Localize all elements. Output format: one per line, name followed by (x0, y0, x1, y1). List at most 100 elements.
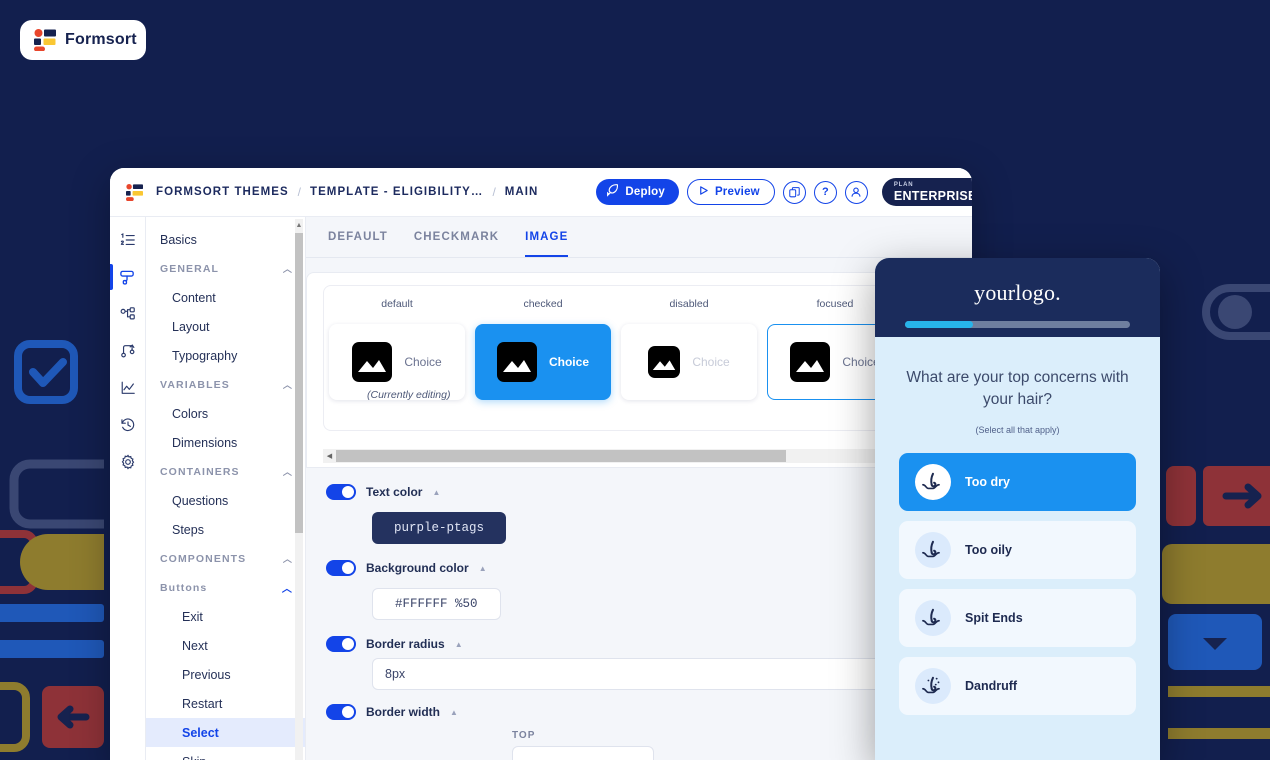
nav-item-steps[interactable]: Steps (146, 515, 305, 544)
formsort-logo-badge: Formsort (20, 20, 146, 60)
nav-item-colors[interactable]: Colors (146, 399, 305, 428)
icon-rail (110, 217, 146, 760)
border-width-top-input[interactable] (512, 746, 654, 760)
option-too-dry[interactable]: Too dry (899, 453, 1136, 511)
nav-item-label: Basics (160, 232, 197, 247)
nav-group-label: COMPONENTS (160, 552, 247, 565)
history-clock-icon[interactable] (110, 410, 146, 440)
flow-branch-icon[interactable] (110, 336, 146, 366)
choice-preview-disabled[interactable]: Choice (621, 324, 757, 400)
nav-scroll-up-arrow[interactable]: ▲ (295, 219, 303, 231)
breadcrumb-separator: / (492, 185, 496, 199)
state-label: disabled (669, 298, 709, 310)
preview-button[interactable]: Preview (686, 179, 775, 205)
currently-editing-note: (Currently editing) (367, 389, 451, 401)
chevron-up-icon[interactable]: ︿ (283, 378, 293, 391)
analytics-chart-icon[interactable] (110, 373, 146, 403)
nav-item-previous[interactable]: Previous (146, 660, 305, 689)
play-icon (698, 185, 709, 199)
option-dandruff[interactable]: Dandruff (899, 657, 1136, 715)
nav-group-label: CONTAINERS (160, 465, 240, 478)
image-placeholder-icon (648, 346, 681, 378)
tab-default[interactable]: DEFAULT (328, 231, 388, 257)
chevron-up-icon[interactable]: ▲ (432, 488, 440, 497)
breadcrumb-item-1[interactable]: TEMPLATE - ELIGIBILITY… (310, 186, 483, 198)
state-label: focused (816, 298, 854, 310)
help-icon[interactable]: ? (813, 180, 837, 204)
nav-group-containers[interactable]: CONTAINERS ︿ (146, 457, 305, 486)
nav-group-general[interactable]: GENERAL ︿ (146, 254, 305, 283)
progress-bar-track (905, 321, 1130, 328)
ordered-list-icon[interactable] (110, 225, 146, 255)
option-spit-ends[interactable]: Spit Ends (899, 589, 1136, 647)
state-column-checked: checked Choice (470, 298, 616, 400)
plan-badge: PLAN ENTERPRISE FLOW STARTS (881, 178, 972, 206)
chevron-up-icon[interactable]: ︿ (283, 552, 293, 565)
chevron-up-icon[interactable]: ︿ (283, 465, 293, 478)
nav-item-basics[interactable]: Basics (146, 225, 305, 254)
copy-icon[interactable] (782, 180, 806, 204)
border-radius-input[interactable]: 8px (372, 658, 932, 690)
nav-group-components[interactable]: COMPONENTS ︿ (146, 544, 305, 573)
component-editor: DEFAULT CHECKMARK IMAGE default Choice c… (306, 217, 972, 760)
option-label: Spit Ends (965, 611, 1023, 625)
settings-gear-icon[interactable] (110, 447, 146, 477)
text-color-toggle[interactable] (326, 484, 356, 500)
breadcrumb-item-0[interactable]: FORMSORT THEMES (156, 186, 289, 198)
option-list: Too dry Too oily Spit Ends Dandruff (899, 453, 1136, 715)
nav-scrollbar-thumb[interactable] (295, 233, 303, 533)
choice-preview-checked[interactable]: Choice (475, 324, 611, 400)
deploy-button[interactable]: Deploy (596, 179, 679, 205)
editor-tabs: DEFAULT CHECKMARK IMAGE (306, 217, 972, 258)
nav-item-typography[interactable]: Typography (146, 341, 305, 370)
border-width-toggle[interactable] (326, 704, 356, 720)
breadcrumb-item-2[interactable]: MAIN (505, 186, 539, 198)
chevron-up-icon[interactable]: ▲ (455, 640, 463, 649)
nav-item-skip[interactable]: Skip (146, 747, 305, 760)
image-placeholder-icon (496, 342, 537, 382)
formsort-mark-icon (126, 183, 143, 201)
nav-item-layout[interactable]: Layout (146, 312, 305, 341)
nav-group-variables[interactable]: VARIABLES ︿ (146, 370, 305, 399)
text-color-label: Text color (366, 485, 423, 499)
tab-checkmark[interactable]: CHECKMARK (414, 231, 499, 257)
background-color-toggle[interactable] (326, 560, 356, 576)
chevron-up-icon[interactable]: ▲ (450, 708, 458, 717)
nav-item-dimensions[interactable]: Dimensions (146, 428, 305, 457)
nav-item-content[interactable]: Content (146, 283, 305, 312)
property-editor: Text color ▲ purple-ptags Background col… (306, 468, 972, 760)
nav-item-select[interactable]: Select (146, 718, 305, 747)
paint-roller-icon[interactable] (110, 262, 146, 292)
theme-nav-panel: Basics GENERAL ︿ Content Layout Typography VAR… (146, 217, 306, 760)
hair-follicle-icon (915, 600, 951, 636)
rocket-icon (606, 184, 619, 200)
node-tree-icon[interactable] (110, 299, 146, 329)
nav-item-restart[interactable]: Restart (146, 689, 305, 718)
scroll-left-arrow-icon[interactable]: ◀ (323, 452, 336, 460)
nav-item-label: Steps (172, 522, 204, 537)
nav-item-exit[interactable]: Exit (146, 602, 305, 631)
preview-scrollbar-thumb[interactable] (336, 450, 786, 462)
chevron-up-icon[interactable]: ︿ (282, 580, 293, 595)
plan-caption: PLAN (893, 181, 914, 188)
tab-image[interactable]: IMAGE (525, 231, 569, 257)
background-color-input[interactable]: #FFFFFF %50 (372, 588, 501, 620)
border-radius-toggle[interactable] (326, 636, 356, 652)
nav-item-label: Layout (172, 319, 210, 334)
plan-value: ENTERPRISE (893, 188, 972, 203)
choice-label: Choice (404, 355, 442, 369)
mobile-preview-logo: yourlogo. (974, 279, 1061, 305)
choice-label: Choice (692, 355, 730, 369)
image-placeholder-icon (790, 342, 831, 382)
nav-group-buttons[interactable]: Buttons ︿ (146, 573, 305, 602)
nav-item-next[interactable]: Next (146, 631, 305, 660)
chevron-up-icon[interactable]: ︿ (283, 262, 293, 275)
nav-item-questions[interactable]: Questions (146, 486, 305, 515)
chevron-up-icon[interactable]: ▲ (479, 564, 487, 573)
state-column-disabled: disabled Choice (616, 298, 762, 400)
option-label: Too oily (965, 543, 1012, 557)
nav-item-label: Skip (182, 755, 206, 760)
option-too-oily[interactable]: Too oily (899, 521, 1136, 579)
text-color-token-value[interactable]: purple-ptags (372, 512, 507, 544)
account-icon[interactable] (844, 180, 868, 204)
